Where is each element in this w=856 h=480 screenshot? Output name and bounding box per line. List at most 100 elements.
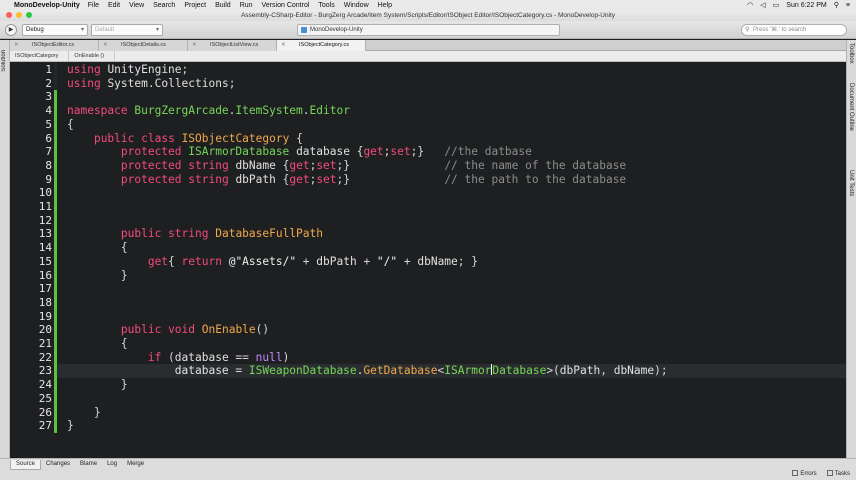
code-line[interactable]: public string DatabaseFullPath [67,227,323,241]
menu-edit[interactable]: Edit [108,2,120,9]
search-icon: ⚲ [745,27,750,33]
line-number: 7 [45,145,52,159]
code-line[interactable]: { [67,241,128,255]
menu-build[interactable]: Build [215,2,231,9]
code-line[interactable]: protected string dbName {get;set;} // th… [67,159,626,173]
menu-help[interactable]: Help [378,2,392,9]
global-search-input[interactable]: ⚲ Press '⌘.' to search [741,24,847,36]
document-outline-pad-tab[interactable]: Document Outline [848,83,854,131]
code-line[interactable]: using UnityEngine; [67,63,188,77]
code-line[interactable]: database = ISWeaponDatabase.GetDatabase<… [67,364,668,378]
tab-label: ISObjectEditor.cs [32,42,75,48]
tab-label: ISObjectCategory.cs [299,42,350,48]
code-line[interactable]: } [67,406,101,420]
target-select[interactable]: Default ▾ [91,24,163,36]
code-line[interactable]: { [67,337,128,351]
unit-tests-pad-tab[interactable]: Unit Tests [848,170,854,196]
line-number: 15 [38,254,52,268]
tab-label: ISObjectDetails.cs [121,42,166,48]
line-number: 14 [38,241,52,255]
line-number: 4 [45,104,52,118]
code-line[interactable]: public class ISObjectCategory { [67,132,303,146]
menu-run[interactable]: Run [240,2,253,9]
menu-tools[interactable]: Tools [318,2,334,9]
code-line[interactable]: } [67,419,74,433]
solution-pad-tab[interactable]: Solution [1,50,7,72]
status-bar: MonoDevelop-Unity [297,24,560,36]
app-menu[interactable]: MonoDevelop-Unity [14,2,80,9]
line-number: 10 [38,186,52,200]
line-number: 19 [38,309,52,323]
code-line[interactable]: protected ISArmorDatabase database {get;… [67,145,532,159]
gutter-margin [54,62,57,90]
menu-project[interactable]: Project [184,2,206,9]
notification-center-icon[interactable]: ≡ [846,2,850,9]
code-line[interactable]: namespace BurgZergArcade.ItemSystem.Edit… [67,104,350,118]
line-number: 23 [38,364,52,378]
tab-source[interactable]: Source [10,460,42,470]
close-icon[interactable]: ✕ [14,40,19,51]
code-line[interactable]: { [67,118,74,132]
toolbox-pad-tab[interactable]: Toolbox [848,43,854,64]
bottom-bar: Source Changes Blame Log Merge Errors Ta… [0,458,856,480]
errors-label: Errors [800,471,817,477]
run-button[interactable]: ▶ [5,24,17,36]
line-number: 26 [38,405,52,419]
right-pad-strip: Toolbox Document Outline Unit Tests [846,40,856,458]
tab-blame[interactable]: Blame [75,460,102,470]
code-line[interactable]: } [67,378,128,392]
close-window-button[interactable] [6,12,12,18]
close-icon[interactable]: ✕ [281,40,286,51]
code-line[interactable]: public void OnEnable() [67,323,269,337]
wifi-icon[interactable]: ◠ [747,1,753,9]
tab-isobjecteditor[interactable]: ✕ ISObjectEditor.cs [10,40,99,51]
code-editor[interactable]: 1 using UnityEngine; 2 using System.Collect… [10,62,846,458]
tab-label: ISObjectListView.cs [210,42,259,48]
menu-search[interactable]: Search [153,2,175,9]
line-number: 22 [38,350,52,364]
configuration-select[interactable]: Debug ▾ [22,24,88,36]
menu-version-control[interactable]: Version Control [262,2,310,9]
line-number: 2 [45,76,52,90]
zoom-window-button[interactable] [26,12,32,18]
minimize-window-button[interactable] [16,12,22,18]
clock[interactable]: Sun 6:22 PM [786,2,826,9]
breadcrumb-class[interactable]: ISObjectCategory [10,51,70,61]
spotlight-icon[interactable]: ⚲ [834,1,839,9]
line-number: 20 [38,323,52,337]
menu-window[interactable]: Window [344,2,369,9]
menu-file[interactable]: File [88,2,99,9]
code-line[interactable]: using System.Collections; [67,77,235,91]
close-icon[interactable]: ✕ [103,40,108,51]
code-line[interactable]: protected string dbPath {get;set;} // th… [67,173,626,187]
tasks-pad-button[interactable]: Tasks [826,470,850,477]
toolbar: ▶ Debug ▾ Default ▾ MonoDevelop-Unity ⚲ … [0,21,856,39]
tab-changes[interactable]: Changes [41,460,75,470]
document-tab-bar: ✕ ISObjectEditor.cs ✕ ISObjectDetails.cs… [10,40,846,51]
tasks-icon [826,470,833,476]
code-line[interactable]: } [67,269,128,283]
tab-isobjectcategory[interactable]: ✕ ISObjectCategory.cs [277,40,366,51]
code-line[interactable]: if (database == null) [67,351,290,365]
menu-view[interactable]: View [129,2,144,9]
line-number: 3 [45,90,52,104]
line-number: 13 [38,227,52,241]
change-marker-bar [54,90,57,433]
tab-isobjectlistview[interactable]: ✕ ISObjectListView.cs [188,40,277,51]
text-cursor [491,364,493,376]
battery-icon[interactable]: ▭ [773,1,780,9]
line-number: 16 [38,268,52,282]
window-titlebar: Assembly-CSharp-Editor - BurgZerg Arcade… [0,10,856,21]
tab-merge[interactable]: Merge [122,460,149,470]
play-icon: ▶ [8,27,14,33]
tab-isobjectdetails[interactable]: ✕ ISObjectDetails.cs [99,40,188,51]
tab-log[interactable]: Log [102,460,122,470]
breadcrumb-member[interactable]: OnEnable () [69,51,116,61]
code-line[interactable]: get{ return @"Assets/" + dbPath + "/" + … [67,255,478,269]
line-number: 17 [38,282,52,296]
errors-pad-button[interactable]: Errors [792,470,817,477]
close-icon[interactable]: ✕ [192,40,197,51]
line-number: 18 [38,295,52,309]
volume-icon[interactable]: ◁ [760,1,765,9]
line-number: 8 [45,158,52,172]
